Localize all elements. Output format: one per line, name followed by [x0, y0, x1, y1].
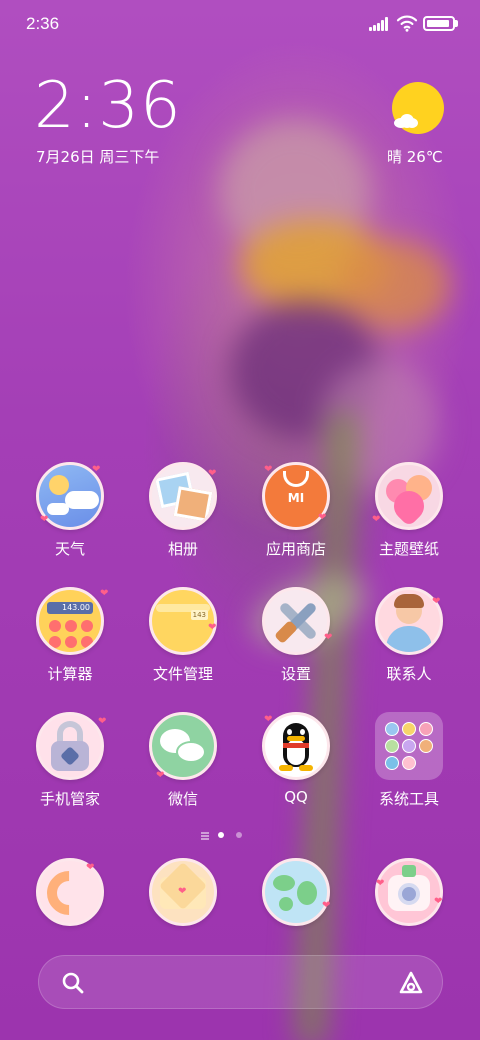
app-store[interactable]: MI 应用商店	[246, 462, 346, 559]
app-label: QQ	[284, 788, 308, 806]
app-qq[interactable]: QQ	[246, 712, 346, 806]
calculator-icon: 143.00	[36, 587, 104, 655]
browser-icon	[262, 858, 330, 926]
page-indicator	[0, 830, 480, 840]
cloud-icon	[394, 114, 418, 128]
app-label: 设置	[280, 665, 311, 683]
weather-text[interactable]: 晴 26℃	[387, 146, 443, 167]
heart-decoration-icon: ❤	[264, 714, 273, 725]
heart-decoration-icon: ❤	[434, 896, 443, 907]
app-label: 天气	[54, 540, 85, 558]
signal-icon	[369, 17, 391, 31]
clock-date[interactable]: 7月26日 周三下午	[36, 146, 159, 167]
app-wechat[interactable]: 微信	[133, 712, 233, 809]
heart-decoration-icon: ❤	[92, 464, 101, 475]
app-label: 联系人	[386, 665, 432, 683]
heart-decoration-icon: ❤	[208, 468, 217, 479]
app-contacts[interactable]: 联系人	[359, 587, 459, 684]
app-themes[interactable]: 主题壁纸	[359, 462, 459, 559]
app-gallery[interactable]: 相册	[133, 462, 233, 559]
app-label: 系统工具	[378, 790, 439, 808]
heart-decoration-icon: ❤	[264, 464, 273, 475]
wifi-icon	[396, 15, 418, 32]
heart-decoration-icon: ❤	[318, 512, 327, 523]
search-bar[interactable]	[38, 955, 443, 1009]
heart-decoration-icon: ❤	[100, 588, 109, 599]
heart-decoration-icon: ❤	[40, 514, 49, 525]
app-label: 文件管理	[152, 665, 213, 683]
dock-browser[interactable]	[246, 858, 346, 926]
heart-decoration-icon: ❤	[324, 632, 333, 643]
search-icon[interactable]	[61, 971, 85, 995]
security-icon	[36, 712, 104, 780]
heart-decoration-icon: ❤	[178, 886, 187, 897]
heart-decoration-icon: ❤	[156, 770, 165, 781]
app-calculator[interactable]: 143.00 计算器	[20, 587, 120, 684]
heart-decoration-icon: ❤	[98, 716, 107, 727]
battery-icon	[423, 16, 455, 31]
heart-decoration-icon: ❤	[432, 596, 441, 607]
heart-decoration-icon: ❤	[86, 862, 95, 873]
gallery-icon	[149, 462, 217, 530]
themes-icon	[375, 462, 443, 530]
heart-decoration-icon: ❤	[322, 900, 331, 911]
file-manager-icon: 143	[149, 587, 217, 655]
status-bar: 2:36	[0, 0, 480, 50]
page-dot-active[interactable]	[218, 832, 224, 838]
app-label: 微信	[167, 790, 198, 808]
dock-phone[interactable]	[20, 858, 120, 926]
app-label: 计算器	[47, 665, 93, 683]
app-weather[interactable]: 天气	[20, 462, 120, 559]
page-dot[interactable]	[236, 832, 242, 838]
app-file-manager[interactable]: 143 文件管理	[133, 587, 233, 684]
app-label: 手机管家	[39, 790, 100, 808]
calculator-display: 143.00	[47, 602, 93, 614]
heart-decoration-icon: ❤	[376, 878, 385, 889]
app-label: 主题壁纸	[378, 540, 439, 558]
camera-icon	[375, 858, 443, 926]
settings-icon	[262, 587, 330, 655]
heart-decoration-icon: ❤	[208, 622, 217, 633]
clock-time[interactable]: 2:36	[34, 74, 182, 138]
status-time: 2:36	[26, 14, 60, 33]
feed-indicator-icon[interactable]	[201, 831, 209, 840]
app-folder-system-tools[interactable]: 系统工具	[359, 712, 459, 809]
assistant-icon[interactable]	[398, 970, 424, 996]
dock-camera[interactable]	[359, 858, 459, 926]
app-label: 相册	[167, 540, 198, 558]
app-label: 应用商店	[265, 540, 326, 558]
file-badge: 143	[190, 610, 208, 620]
heart-decoration-icon: ❤	[372, 514, 381, 525]
folder-icon	[375, 712, 443, 780]
